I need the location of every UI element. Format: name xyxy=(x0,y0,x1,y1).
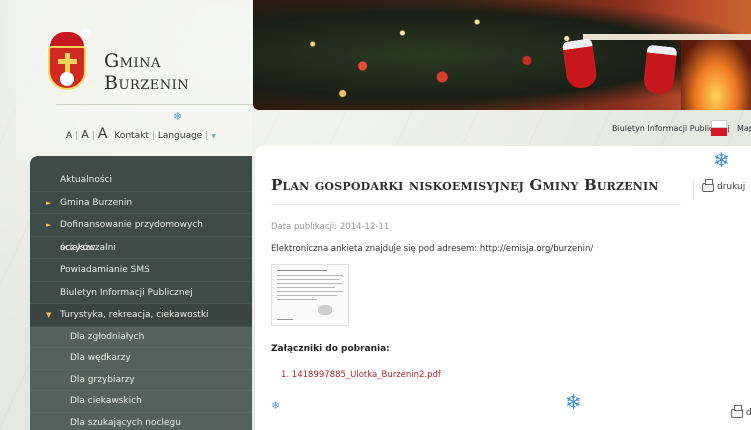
snowflake-icon: ❄ xyxy=(173,110,183,123)
sidebar-item-label: Turystyka, rekreacja, ciekawostki xyxy=(60,310,209,320)
sidebar-item-label: Gmina Burzenin xyxy=(60,197,133,208)
snowflake-icon: ❄ xyxy=(271,399,281,412)
stocking-icon xyxy=(642,44,678,96)
print-label: drukuj xyxy=(717,182,746,192)
separator: | xyxy=(75,131,79,141)
sidebar-subitem-noclegu[interactable]: Dla szukających noclegu xyxy=(30,412,252,430)
publication-date: Data publikacji: 2014-12-11 xyxy=(271,222,390,232)
arrow-right-icon: ► xyxy=(46,221,52,229)
sidebar-item-label: ścieków xyxy=(60,242,96,253)
snowflake-icon: ❄ xyxy=(713,148,730,172)
print-button-bottom[interactable]: drukuj xyxy=(731,404,751,418)
print-button[interactable]: drukuj xyxy=(702,178,746,192)
sidebar-item-dofinansowanie[interactable]: ► Dofinansowanie przydomowych oczyszczal… xyxy=(30,214,252,253)
map-link[interactable]: Map xyxy=(737,124,751,133)
attachments-heading: Załączniki do pobrania: xyxy=(271,344,390,354)
language-select[interactable]: Language xyxy=(158,131,202,141)
page-title: Plan gospodarki niskoemisyjnej Gminy Bur… xyxy=(271,176,659,194)
article-intro: Elektroniczna ankieta znajduje się pod a… xyxy=(271,244,594,254)
sidebar-subitem-ciekawskich[interactable]: Dla ciekawskich xyxy=(30,391,252,413)
sidebar-subitem-label: Dla ciekawskich xyxy=(70,396,142,406)
sidebar-subitem-grzybiarzy[interactable]: Dla grzybiarzy xyxy=(30,369,252,391)
chevron-down-icon[interactable]: ▼ xyxy=(211,133,216,140)
sidebar-subitem-label: Dla wędkarzy xyxy=(70,353,131,363)
rose-icon xyxy=(60,72,74,86)
separator: | xyxy=(151,131,155,141)
print-label: drukuj xyxy=(746,408,751,418)
snowflake-icon: ❄ xyxy=(565,390,582,414)
divider xyxy=(693,180,694,200)
separator: | xyxy=(91,131,95,141)
sidebar-subitem-label: Dla zgłodniałych xyxy=(70,331,145,342)
divider xyxy=(56,104,256,105)
document-thumbnail[interactable] xyxy=(271,264,349,326)
sidebar-item-label: Powiadamianie SMS xyxy=(60,265,150,275)
font-size-medium-button[interactable]: A xyxy=(81,128,89,141)
sidebar-item-label: Biuletyn Informacji Publicznej xyxy=(60,287,193,298)
attachment-link[interactable]: 1. 1418997885_Ulotka_Burzenin2.pdf xyxy=(281,370,441,380)
christmas-banner-image xyxy=(253,0,751,110)
sidebar-menu: Aktualności ► Gmina Burzenin ► Dofinanso… xyxy=(30,156,252,430)
sidebar-item-bip[interactable]: Biuletyn Informacji Publicznej xyxy=(30,282,252,304)
bip-flag-icon[interactable] xyxy=(711,120,727,136)
contact-link[interactable]: Kontakt xyxy=(114,131,148,141)
coat-of-arms-logo[interactable] xyxy=(44,29,90,90)
site-name[interactable]: Gmina Burzenin xyxy=(104,50,252,94)
font-size-large-button[interactable]: A xyxy=(98,126,108,142)
sidebar-item-label: Aktualności xyxy=(60,175,112,185)
sidebar-item-gmina-burzenin[interactable]: ► Gmina Burzenin xyxy=(30,192,252,214)
divider xyxy=(271,204,681,205)
article-panel: Plan gospodarki niskoemisyjnej Gminy Bur… xyxy=(255,146,751,430)
utility-bar: A | A | A Kontakt | Language | ▼ xyxy=(66,126,216,142)
sidebar-item-sciekow[interactable]: ścieków xyxy=(30,237,252,259)
arrow-down-icon: ▼ xyxy=(46,311,52,319)
printer-icon xyxy=(731,404,743,418)
sidebar-subitem-label: Dla szukających noclegu xyxy=(70,417,181,428)
sidebar-subitem-zglodnialych[interactable]: Dla zgłodniałych xyxy=(30,326,252,348)
sidebar-subitem-label: Dla grzybiarzy xyxy=(70,374,135,385)
font-size-small-button[interactable]: A xyxy=(66,131,72,141)
printer-icon xyxy=(702,178,714,192)
sidebar-subitem-wedkarzy[interactable]: Dla wędkarzy xyxy=(30,348,252,370)
sidebar-item-turystyka[interactable]: ▼ Turystyka, rekreacja, ciekawostki xyxy=(30,304,252,327)
shield-icon xyxy=(48,46,86,90)
fireplace xyxy=(681,40,751,110)
sidebar-item-powiadamianie-sms[interactable]: Powiadamianie SMS xyxy=(30,259,252,282)
separator: | xyxy=(205,131,209,141)
stocking-icon xyxy=(561,38,599,90)
arrow-right-icon: ► xyxy=(46,198,52,207)
sidebar-item-aktualnosci[interactable]: Aktualności xyxy=(30,169,252,192)
